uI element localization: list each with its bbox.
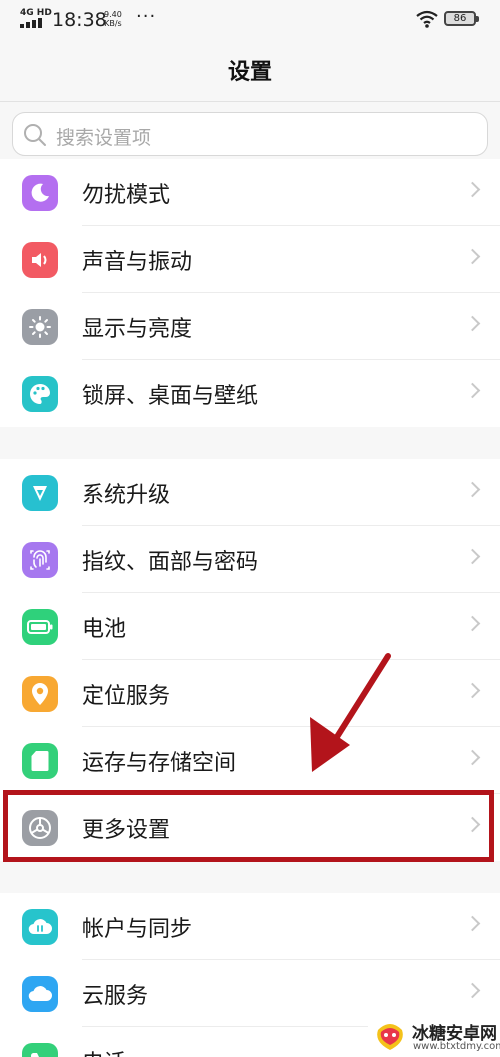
chevron-right-icon [464,181,481,198]
cloud-sync-icon [22,909,58,945]
chevron-right-icon [464,915,481,932]
search-input[interactable]: 搜索设置项 [12,112,488,156]
moon-icon [22,175,58,211]
settings-item-fingerprint-face-password[interactable]: 指纹、面部与密码 [0,526,500,593]
phone-icon [22,1043,58,1057]
clock: 18:38 [52,9,107,31]
chevron-right-icon [464,248,481,265]
chevron-right-icon [464,682,481,699]
candy-logo-icon [377,1024,403,1050]
chevron-right-icon [464,315,481,332]
settings-item-label: 云服务 [82,984,149,1009]
chevron-right-icon [464,982,481,999]
settings-item-system-upgrade[interactable]: 系统升级 [0,459,500,526]
settings-item-label: 系统升级 [82,483,171,508]
settings-item-label: 帐户与同步 [82,917,193,942]
speed-unit: KB/s [104,19,122,28]
chevron-right-icon [464,382,481,399]
sun-icon [22,309,58,345]
settings-item-label: 电话 [82,1045,126,1057]
search-icon [24,124,46,146]
battery-icon [22,609,58,645]
settings-item-label: 锁屏、桌面与壁纸 [82,384,259,409]
settings-item-label: 勿扰模式 [82,183,171,208]
settings-item-sound-vibration[interactable]: 声音与振动 [0,226,500,293]
chevron-right-icon [464,481,481,498]
settings-item-label: 定位服务 [82,684,171,709]
settings-item-display-brightness[interactable]: 显示与亮度 [0,293,500,360]
settings-item-label: 运存与存储空间 [82,751,237,776]
battery-indicator: 86 [444,11,479,26]
settings-item-label: 显示与亮度 [82,317,193,342]
chevron-right-icon [464,749,481,766]
watermark-logo: 冰糖安卓网 www.btxtdmy.com [368,1016,500,1057]
settings-group-personalization: 勿扰模式 声音与振动 显示与亮度 锁屏、桌面与壁纸 [0,159,500,427]
palette-icon [22,376,58,412]
search-placeholder: 搜索设置项 [56,127,152,149]
highlight-box [3,790,494,862]
settings-item-do-not-disturb[interactable]: 勿扰模式 [0,159,500,226]
chevron-right-icon [464,615,481,632]
settings-item-accounts-sync[interactable]: 帐户与同步 [0,893,500,960]
settings-item-label: 电池 [82,617,127,642]
page-title: 设置 [227,60,272,85]
settings-item-label: 指纹、面部与密码 [82,550,259,575]
settings-item-label: 声音与振动 [82,250,193,275]
speed-value: 9.40 [104,10,122,19]
settings-item-lockscreen-wallpaper[interactable]: 锁屏、桌面与壁纸 [0,360,500,427]
sd-card-icon [22,743,58,779]
settings-item-location-services[interactable]: 定位服务 [0,660,500,727]
status-bar: 4G HD 18:38 9.40 KB/s ··· 86 [0,0,500,40]
watermark-url: www.btxtdmy.com [413,1041,500,1052]
fingerprint-icon [22,542,58,578]
wifi-icon [416,10,438,28]
header-divider [0,101,500,102]
location-pin-icon [22,676,58,712]
network-speed: 9.40 KB/s [104,10,122,28]
signal-icon [20,18,44,28]
settings-item-battery[interactable]: 电池 [0,593,500,660]
chevron-right-icon [464,548,481,565]
network-type: 4G HD [20,8,52,18]
cloud-icon [22,976,58,1012]
more-notifications-icon: ··· [136,6,157,27]
speaker-icon [22,242,58,278]
upgrade-icon [22,475,58,511]
settings-item-memory-storage[interactable]: 运存与存储空间 [0,727,500,794]
